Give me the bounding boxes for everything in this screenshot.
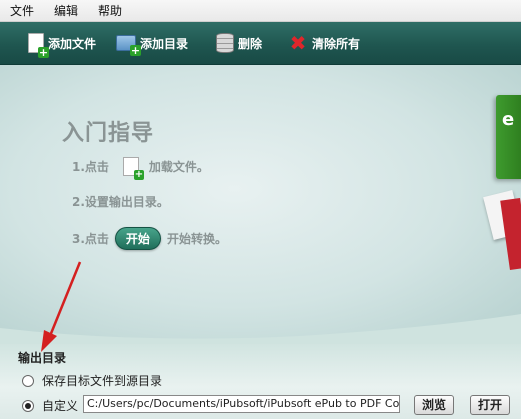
guide-step-2: 2.设置输出目录。 bbox=[72, 195, 169, 209]
start-button-illustration: 开始 bbox=[114, 227, 161, 250]
toolbar: 添加文件 添加目录 删除 ✖ 清除所有 bbox=[0, 22, 521, 65]
database-icon bbox=[216, 33, 235, 53]
save-to-source-option[interactable]: 保存目标文件到源目录 bbox=[22, 372, 162, 389]
browse-button[interactable]: 浏览 bbox=[414, 395, 454, 415]
output-title: 输出目录 bbox=[18, 351, 67, 365]
guide-step-3: 3.点击 开始 开始转换。 bbox=[72, 227, 227, 250]
ebook-logo-illustration: e bbox=[496, 95, 521, 179]
menu-help[interactable]: 帮助 bbox=[88, 2, 132, 19]
guide-title: 入门指导 bbox=[62, 121, 155, 146]
panel-curve bbox=[0, 314, 521, 344]
clear-all-label: 清除所有 bbox=[312, 36, 361, 51]
output-path-input[interactable]: C:/Users/pc/Documents/iPubsoft/iPubsoft … bbox=[83, 395, 400, 413]
ebook-letter: e bbox=[502, 109, 515, 130]
add-file-label: 添加文件 bbox=[48, 36, 97, 51]
close-icon: ✖ bbox=[289, 31, 307, 55]
menu-file[interactable]: 文件 bbox=[0, 2, 44, 19]
guide-step-1: 1.点击 加载文件。 bbox=[72, 157, 209, 180]
step1-prefix: 1.点击 bbox=[72, 160, 109, 174]
custom-path-option[interactable]: 自定义 bbox=[22, 397, 78, 414]
step3-prefix: 3.点击 bbox=[72, 232, 109, 246]
file-drop-area[interactable]: 入门指导 1.点击 加载文件。 2.设置输出目录。 3.点击 开始 开始转换。 … bbox=[0, 65, 521, 340]
step3-suffix: 开始转换。 bbox=[166, 232, 227, 246]
delete-label: 删除 bbox=[238, 36, 263, 51]
output-panel: 输出目录 保存目标文件到源目录 自定义 C:/Users/pc/Document… bbox=[0, 314, 521, 419]
menu-bar: 文件 编辑 帮助 bbox=[0, 0, 521, 22]
add-file-button[interactable]: 添加文件 bbox=[28, 28, 96, 58]
custom-path-radio[interactable] bbox=[22, 399, 34, 412]
add-folder-icon bbox=[116, 35, 142, 56]
step1-suffix: 加载文件。 bbox=[148, 160, 209, 174]
add-file-icon bbox=[28, 33, 49, 58]
custom-path-label: 自定义 bbox=[42, 399, 79, 413]
add-folder-button[interactable]: 添加目录 bbox=[116, 28, 188, 58]
open-button[interactable]: 打开 bbox=[470, 395, 510, 415]
menu-edit[interactable]: 编辑 bbox=[44, 2, 88, 19]
clear-all-button[interactable]: ✖ 清除所有 bbox=[288, 28, 360, 58]
save-to-source-radio[interactable] bbox=[22, 374, 34, 387]
save-to-source-label: 保存目标文件到源目录 bbox=[42, 374, 163, 388]
add-file-icon bbox=[122, 157, 144, 180]
delete-button[interactable]: 删除 bbox=[216, 28, 262, 58]
add-folder-label: 添加目录 bbox=[140, 36, 189, 51]
